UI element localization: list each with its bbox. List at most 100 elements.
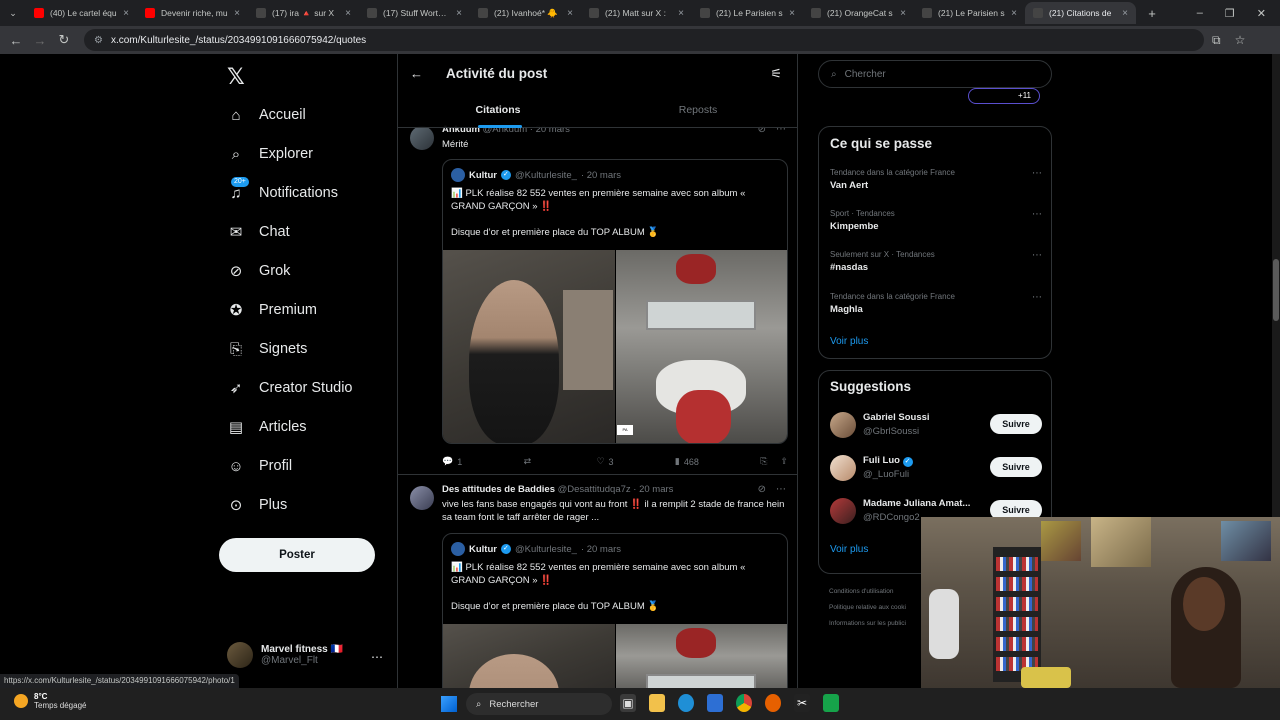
photo-portrait[interactable] bbox=[443, 624, 615, 688]
tweet-date[interactable]: · 20 mars bbox=[633, 484, 673, 495]
suggestion-item[interactable]: Fuli Luo ✓ @_LuoFuli Suivre bbox=[830, 453, 1042, 485]
close-icon[interactable]: × bbox=[456, 8, 462, 19]
close-icon[interactable]: × bbox=[234, 8, 240, 19]
file-explorer-icon[interactable] bbox=[649, 694, 665, 712]
tweet[interactable]: Des attitudes de Baddies @Desattitudqa7z… bbox=[398, 484, 797, 688]
more-icon[interactable]: ⋯ bbox=[1032, 292, 1042, 303]
install-icon[interactable]: ⧉ bbox=[1212, 33, 1221, 48]
trend-item[interactable]: Sport · Tendances Kimpembe ⋯ bbox=[830, 209, 1042, 232]
weather-widget[interactable]: 8°C Temps dégagé bbox=[14, 692, 86, 710]
tab-list-icon[interactable]: ⌄ bbox=[0, 8, 26, 19]
nav-chat[interactable]: ✉ Chat bbox=[227, 217, 290, 247]
avatar[interactable] bbox=[830, 455, 856, 481]
photo-sink[interactable] bbox=[616, 250, 787, 443]
more-icon[interactable]: ⋯ bbox=[1032, 250, 1042, 261]
follow-button[interactable]: Suivre bbox=[990, 457, 1042, 477]
back-arrow-icon[interactable]: ← bbox=[410, 66, 423, 81]
avatar[interactable] bbox=[410, 486, 434, 510]
repost-button[interactable]: ⇄ bbox=[524, 456, 536, 467]
author-handle[interactable]: @Desattitudqa7z bbox=[558, 484, 631, 495]
browser-tab[interactable]: (21) Le Parisien s × bbox=[914, 2, 1025, 24]
avatar[interactable] bbox=[410, 126, 434, 150]
more-icon[interactable]: ⋯ bbox=[1032, 168, 1042, 179]
close-window-icon[interactable]: ✕ bbox=[1257, 7, 1266, 20]
close-icon[interactable]: × bbox=[1122, 8, 1128, 19]
app-icon[interactable] bbox=[823, 694, 839, 712]
address-bar[interactable]: ⚙ x.com/Kulturlesite_/status/20349910916… bbox=[84, 29, 1204, 51]
browser-tab[interactable]: (17) Stuff Worth S × bbox=[359, 2, 470, 24]
browser-tab[interactable]: (21) OrangeCat s × bbox=[803, 2, 914, 24]
capcut-icon[interactable]: ✂ bbox=[794, 694, 810, 712]
account-switcher[interactable]: Marvel fitness 🇫🇷 @Marvel_Flt bbox=[227, 642, 343, 668]
more-icon[interactable]: ⋯ bbox=[776, 484, 786, 495]
browser-tab[interactable]: Devenir riche, mu × bbox=[137, 2, 248, 24]
forward-icon[interactable]: → bbox=[28, 33, 52, 48]
nav-bookmarks[interactable]: ⎘ Signets bbox=[227, 334, 307, 364]
footer-link[interactable]: Politique relative aux cooki bbox=[829, 600, 906, 616]
suggestion-item[interactable]: Gabriel Soussi @GbrlSoussi Suivre bbox=[830, 410, 1042, 442]
maximize-icon[interactable]: ❐ bbox=[1225, 7, 1235, 20]
author-name[interactable]: Des attitudes de Baddies bbox=[442, 484, 555, 495]
new-tab-button[interactable]: + bbox=[1140, 6, 1164, 21]
taskbar-search[interactable]: ⌕ Rechercher bbox=[466, 693, 612, 715]
footer-link[interactable]: Informations sur les publici bbox=[829, 616, 906, 632]
minimize-icon[interactable]: – bbox=[1197, 7, 1203, 20]
avatar[interactable] bbox=[830, 498, 856, 524]
browser-tab[interactable]: (21) Le Parisien s × bbox=[692, 2, 803, 24]
bookmark-star-icon[interactable]: ☆ bbox=[1235, 33, 1246, 48]
nav-home[interactable]: ⌂ Accueil bbox=[227, 100, 305, 130]
tab-citations[interactable]: Citations bbox=[398, 100, 598, 128]
avatar-stack[interactable]: +11 bbox=[968, 88, 1040, 104]
avatar[interactable] bbox=[830, 412, 856, 438]
browser-tab[interactable]: (17) ira 🔺 sur X × bbox=[248, 2, 359, 24]
browser-tab[interactable]: (21) Ivanhoé* 🐥 × bbox=[470, 2, 581, 24]
settings-sliders-icon[interactable]: ⚟ bbox=[770, 66, 782, 82]
back-icon[interactable]: ← bbox=[4, 33, 28, 48]
nav-profile[interactable]: ☺ Profil bbox=[227, 451, 292, 481]
follow-button[interactable]: Suivre bbox=[990, 414, 1042, 434]
nav-creator-studio[interactable]: ➶ Creator Studio bbox=[227, 373, 353, 403]
browser-tab[interactable]: (40) Le cartel équ × bbox=[26, 2, 137, 24]
bookmark-icon[interactable]: ⎘ bbox=[760, 456, 767, 467]
trend-item[interactable]: Tendance dans la catégorie France Van Aer… bbox=[830, 168, 1042, 191]
nav-more[interactable]: ⊙ Plus bbox=[227, 490, 288, 520]
close-icon[interactable]: × bbox=[345, 8, 351, 19]
nav-notifications[interactable]: ♫ 20+ Notifications bbox=[227, 176, 338, 208]
more-icon[interactable]: ⋯ bbox=[371, 650, 383, 664]
close-icon[interactable]: × bbox=[900, 8, 906, 19]
nav-premium[interactable]: ✪ Premium bbox=[227, 295, 317, 325]
x-logo-icon[interactable]: 𝕏 bbox=[227, 64, 245, 90]
browser-tab[interactable]: (21) Matt sur X : × bbox=[581, 2, 692, 24]
nav-explore[interactable]: ⌕ Explorer bbox=[227, 139, 313, 169]
footer-link[interactable]: Conditions d'utilisation bbox=[829, 584, 906, 600]
post-button[interactable]: Poster bbox=[219, 538, 375, 572]
trend-item[interactable]: Seulement sur X · Tendances #nasdas ⋯ bbox=[830, 250, 1042, 273]
windows-start-icon[interactable] bbox=[441, 696, 457, 712]
close-icon[interactable]: × bbox=[1011, 8, 1017, 19]
grok-icon[interactable]: ⊘ bbox=[758, 484, 766, 495]
show-more-link[interactable]: Voir plus bbox=[830, 544, 868, 555]
close-icon[interactable]: × bbox=[789, 8, 795, 19]
close-icon[interactable]: × bbox=[678, 8, 684, 19]
firefox-icon[interactable] bbox=[765, 694, 781, 712]
reload-icon[interactable]: ↻ bbox=[52, 32, 76, 48]
browser-tab-active[interactable]: (21) Citations de × bbox=[1025, 2, 1136, 24]
like-button[interactable]: ♡ 3 bbox=[596, 456, 613, 467]
site-info-icon[interactable]: ⚙ bbox=[94, 35, 103, 46]
share-icon[interactable]: ⇪ bbox=[780, 456, 788, 467]
reply-button[interactable]: 💬 1 bbox=[442, 456, 462, 467]
scrollbar-thumb[interactable] bbox=[1273, 259, 1279, 321]
quoted-tweet[interactable]: Kultur ✓ @Kulturlesite_ · 20 mars 📊 PLK réa… bbox=[442, 533, 788, 688]
tweet[interactable]: Ankuum @Ankuum · 20 mars ⊘ ⋯ Mérité Kultu… bbox=[398, 124, 797, 474]
nav-grok[interactable]: ⊘ Grok bbox=[227, 256, 291, 286]
views-button[interactable]: ▮ 468 bbox=[675, 456, 699, 467]
photo-portrait[interactable] bbox=[443, 250, 615, 443]
chrome-icon[interactable] bbox=[736, 694, 752, 712]
photo-sink[interactable] bbox=[616, 624, 787, 688]
task-view-icon[interactable]: ▣ bbox=[620, 694, 636, 712]
close-icon[interactable]: × bbox=[123, 8, 129, 19]
tab-reposts[interactable]: Reposts bbox=[598, 100, 797, 128]
show-more-link[interactable]: Voir plus bbox=[830, 336, 868, 347]
quoted-tweet[interactable]: Kultur ✓ @Kulturlesite_ · 20 mars 📊 PLK réa… bbox=[442, 159, 788, 444]
store-icon[interactable] bbox=[707, 694, 723, 712]
